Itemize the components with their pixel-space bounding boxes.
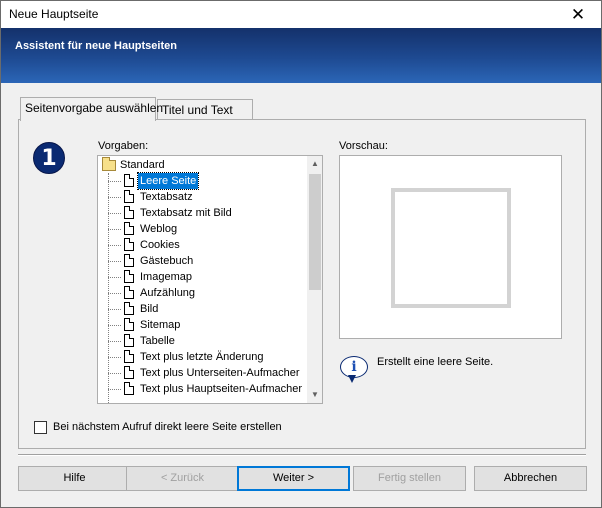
tab-seitenvorgabe[interactable]: Seitenvorgabe auswählen [20, 97, 163, 121]
help-button[interactable]: Hilfe [18, 466, 131, 491]
close-icon[interactable]: ✕ [555, 1, 601, 28]
document-icon [124, 302, 134, 315]
tree-connector-branch [108, 357, 121, 358]
tree-connector [108, 173, 109, 403]
tree-connector-branch [108, 181, 121, 182]
document-icon [124, 222, 134, 235]
tree-item-label: Weblog [140, 223, 178, 235]
document-icon [124, 270, 134, 283]
document-icon [124, 334, 134, 347]
cancel-button[interactable]: Abbrechen [474, 466, 587, 491]
preview-box [339, 155, 562, 339]
preview-page-thumbnail [391, 188, 511, 308]
tree-content: Standard Leere Seite Textabsatz Textabsatz… [98, 156, 307, 403]
wizard-heading: Assistent für neue Hauptseiten [15, 40, 177, 52]
scroll-thumb[interactable] [309, 174, 321, 290]
direct-create-label: Bei nächstem Aufruf direkt leere Seite e… [53, 421, 282, 433]
tree-connector-branch [108, 373, 121, 374]
tree-item-label: Bild [140, 303, 159, 315]
direct-create-option[interactable]: Bei nächstem Aufruf direkt leere Seite e… [34, 420, 282, 434]
tree-connector-branch [108, 197, 121, 198]
document-icon [124, 238, 134, 251]
wizard-window: Neue Hauptseite ✕ Assistent für neue Hau… [0, 0, 602, 508]
tree-item-label: Tabelle [140, 335, 175, 347]
document-icon [124, 366, 134, 379]
tree-connector-branch [108, 277, 121, 278]
document-icon [124, 286, 134, 299]
tree-connector-branch [108, 341, 121, 342]
tree-item-label: Gästebuch [140, 255, 194, 267]
folder-icon [102, 157, 116, 171]
vorgaben-label: Vorgaben: [98, 140, 149, 152]
document-icon [124, 206, 134, 219]
vorschau-label: Vorschau: [339, 140, 388, 152]
tree-item-label: Cookies [140, 239, 180, 251]
tab-titel-und-text[interactable]: Titel und Text [157, 99, 253, 120]
tree-item-label: Imagemap [140, 271, 192, 283]
tree-item-label: Text plus letzte Änderung [140, 351, 264, 363]
document-icon [124, 190, 134, 203]
step-one-icon: 1 [33, 142, 65, 174]
title-bar: Neue Hauptseite ✕ [1, 1, 601, 28]
tree-folder-label: Standard [120, 159, 165, 171]
tree-item-label: Leere Seite [136, 172, 200, 190]
tree-item-label: Textabsatz [140, 191, 193, 203]
direct-create-checkbox[interactable] [34, 420, 47, 434]
tree-item-label: Aufzählung [140, 287, 196, 299]
tree-item-label: Textabsatz mit Bild [140, 207, 232, 219]
tree-connector-branch [108, 325, 121, 326]
tree-item-label: Sitemap [140, 319, 181, 331]
back-button[interactable]: < Zurück [126, 466, 239, 491]
info-icon: i [340, 356, 370, 384]
tree-scrollbar[interactable]: ▲ ▼ [306, 156, 322, 403]
wizard-banner: Assistent für neue Hauptseiten [1, 28, 601, 83]
scroll-down-icon[interactable]: ▼ [307, 387, 322, 403]
tree-connector-branch [108, 389, 121, 390]
scroll-up-icon[interactable]: ▲ [307, 156, 322, 172]
finish-button[interactable]: Fertig stellen [353, 466, 466, 491]
info-description: Erstellt eine leere Seite. [377, 356, 494, 368]
window-title: Neue Hauptseite [9, 7, 99, 21]
tree-connector-branch [108, 293, 121, 294]
tree-item-label: Text plus Hauptseiten-Aufmacher [140, 383, 303, 395]
tree-item-label: Text plus Unterseiten-Aufmacher [140, 367, 300, 379]
next-button[interactable]: Weiter > [237, 466, 350, 491]
tree-connector-branch [108, 261, 121, 262]
document-icon [124, 382, 134, 395]
tree-connector-branch [108, 245, 121, 246]
document-icon [124, 350, 134, 363]
tree-connector-branch [108, 229, 121, 230]
tree-connector-branch [108, 213, 121, 214]
vorgaben-tree[interactable]: Standard Leere Seite Textabsatz Textabsatz… [97, 155, 323, 404]
document-icon [124, 318, 134, 331]
document-icon [124, 254, 134, 267]
button-separator [18, 454, 586, 456]
tree-connector-branch [108, 309, 121, 310]
document-icon [124, 174, 134, 187]
